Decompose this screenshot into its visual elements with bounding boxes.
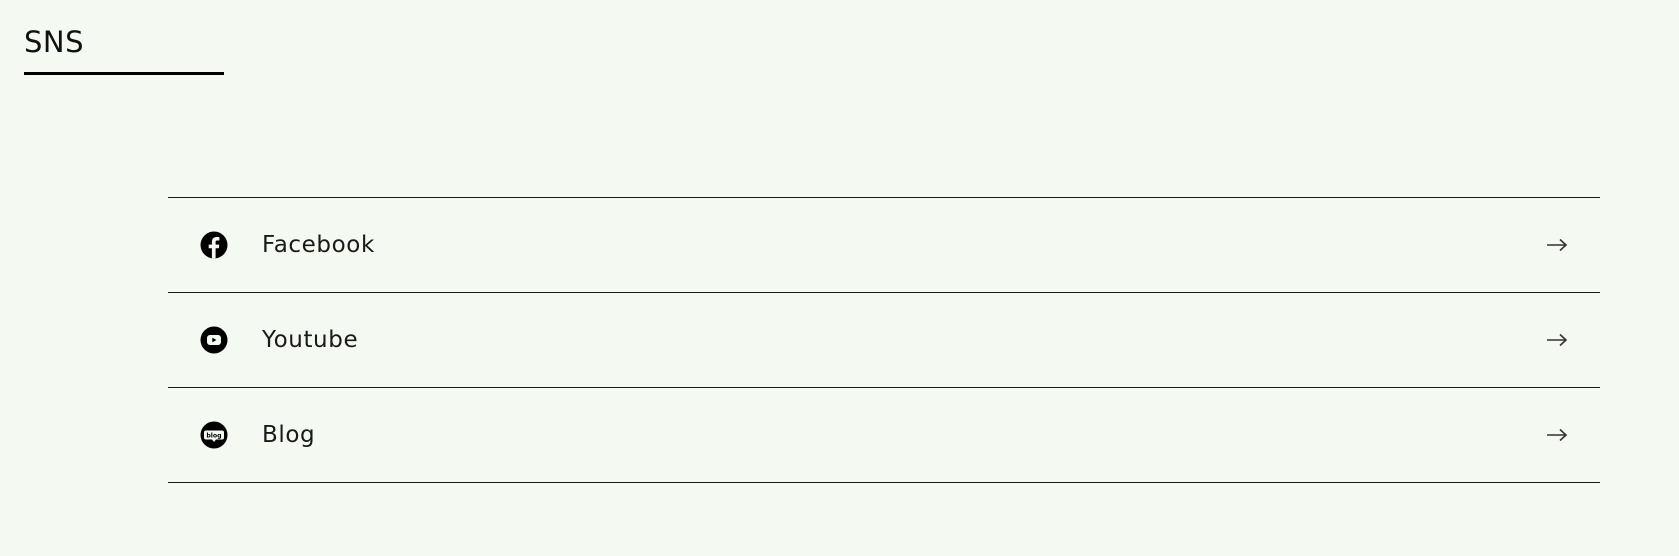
sns-link-facebook[interactable]: Facebook <box>168 198 1600 293</box>
youtube-icon <box>200 326 228 354</box>
sns-link-list: Facebook Youtube blog Blog <box>168 197 1600 483</box>
sns-section-header: SNS <box>24 22 224 75</box>
arrow-right-icon <box>1547 333 1568 347</box>
section-title: SNS <box>24 25 85 59</box>
blog-icon-text: blog <box>206 433 221 440</box>
sns-link-blog[interactable]: blog Blog <box>168 388 1600 483</box>
facebook-icon <box>200 231 228 259</box>
sns-link-label: Youtube <box>262 327 359 353</box>
title-underline <box>24 72 224 75</box>
arrow-right-icon <box>1547 238 1568 252</box>
sns-link-youtube[interactable]: Youtube <box>168 293 1600 388</box>
sns-link-label: Facebook <box>262 232 375 258</box>
arrow-right-icon <box>1547 428 1568 442</box>
sns-link-label: Blog <box>262 422 316 448</box>
blog-icon: blog <box>200 421 228 449</box>
